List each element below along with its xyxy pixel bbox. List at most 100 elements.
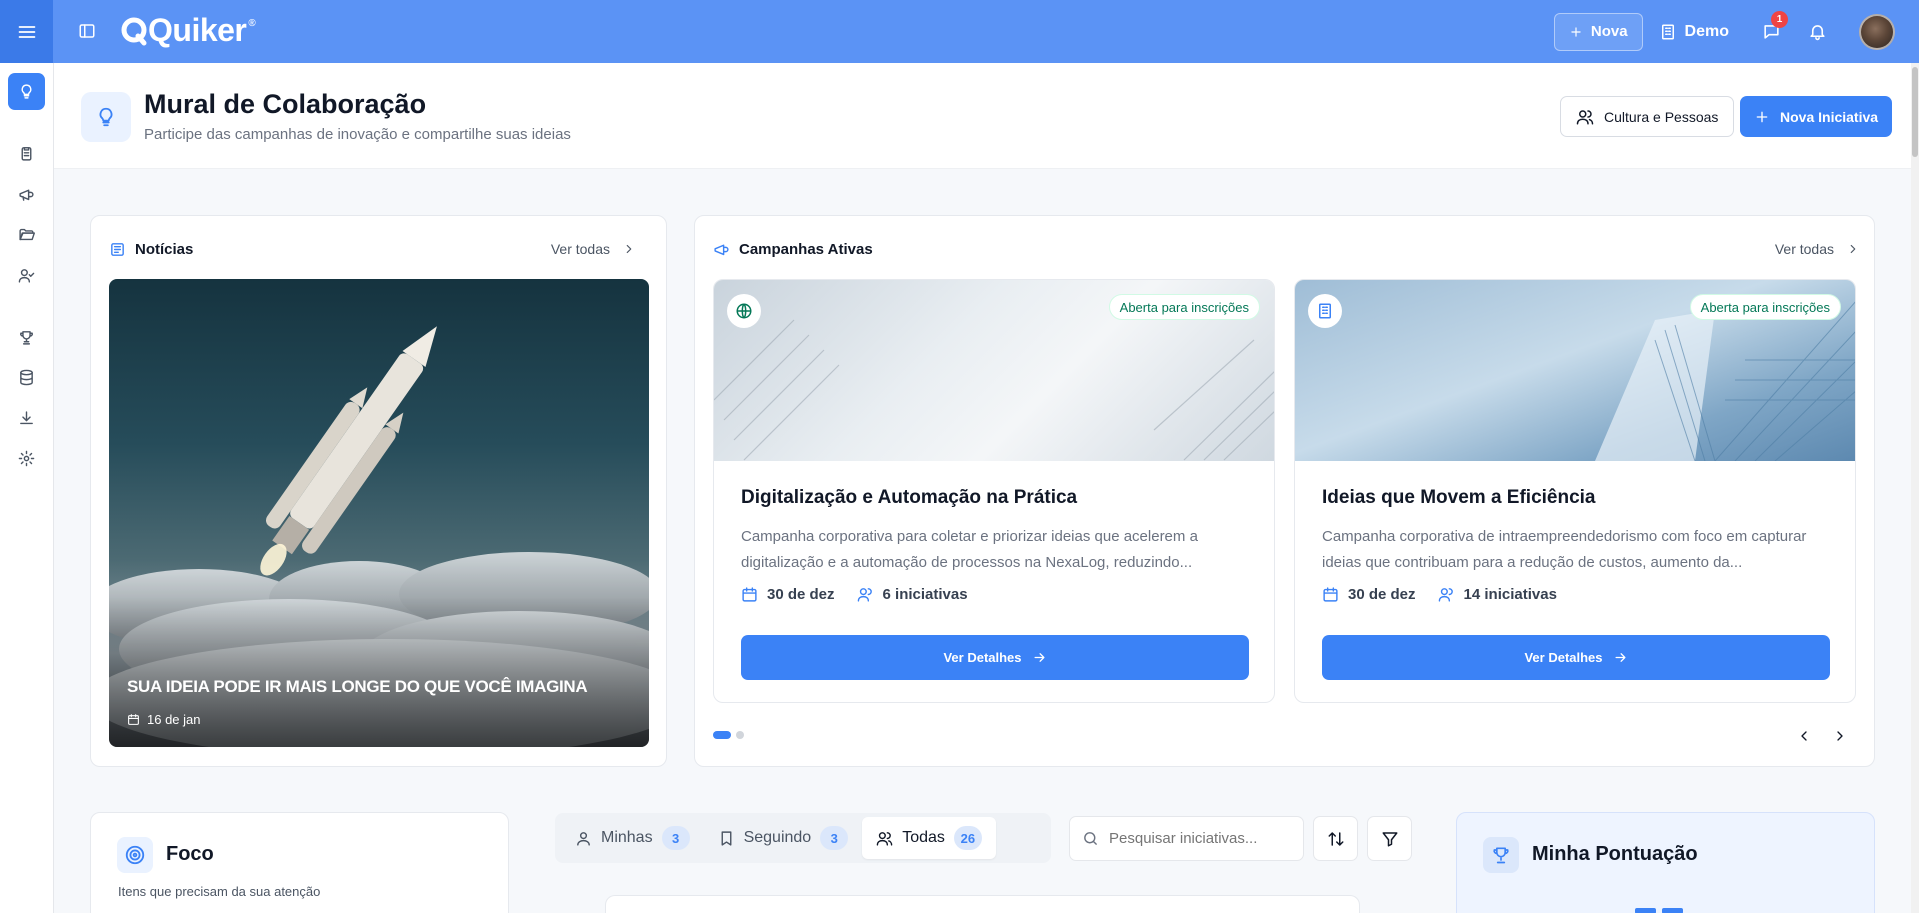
sidebar-item-ideas[interactable]	[8, 73, 45, 110]
clipboard-icon	[21, 147, 32, 161]
carousel-dot[interactable]	[736, 731, 744, 739]
messages-button[interactable]: 1	[1753, 10, 1789, 50]
organization-name: Demo	[1684, 22, 1729, 40]
filter-icon	[1382, 831, 1397, 846]
plus-icon	[1571, 26, 1581, 37]
carousel-dot[interactable]	[713, 731, 731, 739]
users-icon	[1576, 109, 1594, 124]
new-button[interactable]: Nova	[1553, 12, 1643, 51]
view-details-label: Ver Detalhes	[943, 650, 1022, 665]
news-see-all-link[interactable]: Ver todas	[551, 241, 636, 257]
carousel-pagination	[713, 731, 744, 739]
sort-icon	[1328, 831, 1343, 846]
focus-title: Foco	[166, 843, 214, 865]
trophy-icon	[1483, 837, 1519, 873]
arrow-right-icon	[1034, 653, 1045, 662]
tab-minhas[interactable]: Minhas 3	[561, 817, 704, 859]
search-box	[1069, 816, 1304, 861]
campaign-deadline: 30 de dez	[741, 586, 835, 603]
sidebar-item-database[interactable]	[8, 359, 45, 396]
carousel-prev-button[interactable]	[1794, 726, 1814, 746]
database-icon	[20, 369, 33, 386]
top-bar: Quiker ® Nova Demo 1	[0, 0, 1919, 63]
campaign-description: Campanha corporativa de intraempreendedo…	[1322, 528, 1807, 571]
calendar-icon	[128, 714, 139, 725]
news-see-all-label: Ver todas	[550, 241, 610, 257]
campaigns-see-all-label: Ver todas	[1774, 241, 1834, 257]
tab-seguindo[interactable]: Seguindo 3	[704, 817, 863, 859]
plus-icon	[1756, 111, 1768, 122]
user-avatar[interactable]	[1859, 13, 1895, 50]
campaigns-card-title: Campanhas Ativas	[713, 241, 873, 258]
organization-selector[interactable]: Demo	[1659, 23, 1729, 41]
tab-count: 3	[661, 826, 690, 850]
filter-button[interactable]	[1367, 816, 1412, 861]
sidebar-item-downloads[interactable]	[8, 400, 45, 437]
chevron-left-icon	[1801, 731, 1807, 741]
culture-people-label: Cultura e Pessoas	[1604, 108, 1719, 125]
megaphone-icon	[19, 189, 34, 201]
view-details-button[interactable]: Ver Detalhes	[1322, 635, 1830, 680]
scrollbar-thumb[interactable]	[1912, 67, 1918, 157]
campaign-initiatives: 6 iniciativas	[857, 586, 968, 603]
news-date-label: 16 de jan	[147, 712, 201, 727]
sidebar-item-tasks[interactable]	[8, 135, 45, 172]
campaign-card[interactable]: Aberta para inscrições Ideias que Movem …	[1294, 279, 1856, 703]
score-title: Minha Pontuação	[1532, 843, 1698, 865]
campaign-image: Aberta para inscrições	[1295, 280, 1855, 461]
news-card: Notícias Ver todas SUA IDEIA PODE IR MAI…	[90, 215, 667, 767]
status-badge: Aberta para inscrições	[1108, 294, 1260, 320]
tab-todas[interactable]: Todas 26	[862, 817, 996, 859]
campaign-meta: 30 de dez 14 iniciativas	[1322, 586, 1557, 603]
building-icon	[1308, 294, 1342, 328]
initiatives-list	[605, 895, 1360, 913]
campaign-description: Campanha corporativa para coletar e prio…	[741, 528, 1198, 571]
search-icon	[1084, 832, 1097, 845]
tab-label: Todas	[902, 829, 945, 846]
sidebar-item-ranking[interactable]	[8, 319, 45, 356]
news-item[interactable]: SUA IDEIA PODE IR MAIS LONGE DO QUE VOCÊ…	[109, 279, 649, 747]
messages-badge: 1	[1771, 10, 1788, 28]
sidebar-toggle-icon[interactable]	[78, 22, 96, 40]
gear-icon	[18, 450, 35, 467]
score-card: Minha Pontuação	[1456, 812, 1875, 913]
new-initiative-label: Nova Iniciativa	[1780, 108, 1879, 125]
brand-logo[interactable]: Quiker ®	[120, 12, 256, 49]
campaign-date: 30 de dez	[767, 586, 835, 603]
page-header: Mural de Colaboração Participe das campa…	[54, 63, 1919, 169]
tab-label: Minhas	[601, 829, 653, 846]
sidebar-item-settings[interactable]	[8, 440, 45, 477]
news-card-title: Notícias	[109, 241, 193, 258]
page-scrollbar[interactable]	[1911, 63, 1919, 913]
focus-card: Foco Itens que precisam da sua atenção	[90, 812, 509, 913]
users-icon	[876, 831, 893, 846]
tab-count: 3	[820, 826, 849, 850]
campaign-title: Ideias que Movem a Eficiência	[1322, 487, 1596, 508]
page-title: Mural de Colaboração	[144, 89, 427, 119]
menu-icon[interactable]	[0, 0, 53, 63]
sort-button[interactable]	[1313, 816, 1358, 861]
carousel-next-button[interactable]	[1830, 726, 1850, 746]
culture-people-button[interactable]: Cultura e Pessoas	[1560, 96, 1735, 137]
chevron-right-icon	[1850, 244, 1856, 254]
notifications-button[interactable]	[1799, 14, 1835, 50]
news-title: Notícias	[135, 241, 194, 258]
calendar-icon	[742, 587, 757, 602]
brand-name: Quiker	[148, 12, 247, 48]
tab-count: 26	[953, 826, 982, 850]
sidebar-item-folders[interactable]	[8, 216, 45, 253]
status-badge: Aberta para inscrições	[1689, 294, 1841, 320]
view-details-button[interactable]: Ver Detalhes	[741, 635, 1249, 680]
megaphone-icon	[714, 244, 729, 256]
focus-subtitle: Itens que precisam da sua atenção	[118, 884, 321, 899]
campaigns-see-all-link[interactable]: Ver todas	[1775, 241, 1860, 257]
sidebar-item-users[interactable]	[8, 257, 45, 294]
globe-icon	[727, 294, 761, 328]
campaign-title: Digitalização e Automação na Prática	[741, 487, 1078, 508]
campaign-card[interactable]: Aberta para inscrições Digitalização e A…	[713, 279, 1275, 703]
sidebar-item-campaigns[interactable]	[8, 176, 45, 213]
score-progress	[1635, 908, 1683, 913]
page-subtitle: Participe das campanhas de inovação e co…	[144, 126, 571, 143]
new-initiative-button[interactable]: Nova Iniciativa	[1740, 96, 1893, 137]
search-input[interactable]	[1109, 830, 1289, 847]
